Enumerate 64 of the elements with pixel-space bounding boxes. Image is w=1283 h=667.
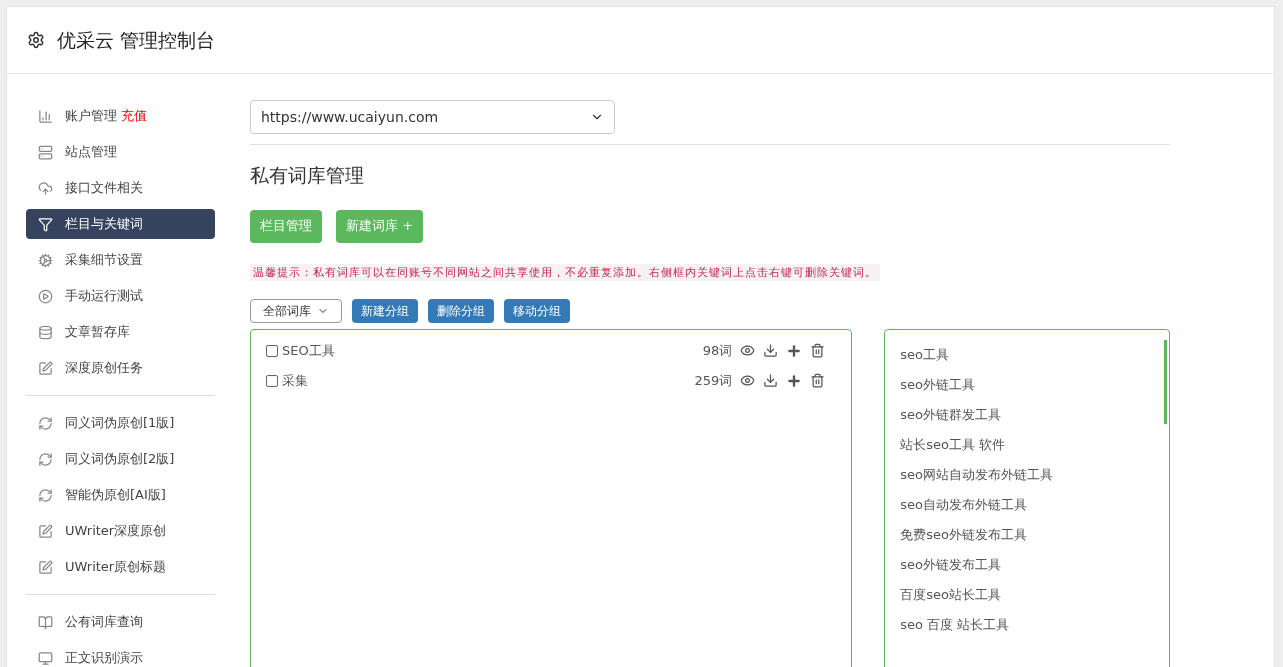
database-icon [38,324,53,340]
sidebar-item[interactable]: 公有词库查询 [26,607,215,637]
trash-icon[interactable] [810,342,826,358]
keyword-item[interactable]: 站长seo工具 软件 [900,434,1006,455]
group-button[interactable]: 新建分组 [352,298,418,323]
section-title: 私有词库管理 [250,163,365,188]
sidebar-item[interactable]: 接口文件相关 [26,173,215,203]
edit-icon [38,559,53,575]
refresh-icon [38,451,53,467]
edit-icon [38,523,53,539]
sidebar-item[interactable]: 站点管理 [26,137,215,167]
group-button[interactable]: 移动分组 [504,298,570,323]
library-select[interactable]: 全部词库 [250,298,342,323]
word-count: 259词 [694,371,733,390]
sidebar-item[interactable]: 栏目与关键词 [26,209,215,239]
refresh-icon [38,415,53,431]
keyword-item[interactable]: seo网站自动发布外链工具 [900,464,1054,485]
keyword-item[interactable]: seo自动发布外链工具 [900,494,1028,515]
sidebar-item[interactable]: 深度原创任务 [26,353,215,383]
monitor-icon [38,650,53,666]
filter-icon [38,216,53,232]
keyword-item[interactable]: 免费seo外链发布工具 [900,524,1028,545]
sidebar-item[interactable]: 手动运行测试 [26,281,215,311]
gear-icon [38,252,53,268]
keyword-item[interactable]: seo工具 [900,344,950,365]
sidebar-item[interactable]: 智能伪原创[AI版] [26,480,215,510]
sidebar-item[interactable]: 同义词伪原创[1版] [26,408,215,438]
cloud-upload-icon [38,180,53,196]
site-select[interactable]: https://www.ucaiyun.com [250,100,615,134]
keyword-item[interactable]: seo外链发布工具 [900,554,1002,575]
refresh-icon [38,487,53,503]
play-icon [38,288,53,304]
sidebar-item[interactable]: UWriter深度原创 [26,516,215,546]
recharge-link[interactable]: 充值 [121,106,147,126]
server-icon [38,144,53,160]
group-button[interactable]: 删除分组 [428,298,494,323]
plus-icon[interactable] [786,372,803,389]
trash-icon[interactable] [810,372,826,388]
app-title: 优采云 管理控制台 [57,27,216,53]
checkbox[interactable] [266,344,278,357]
book-icon [38,614,53,630]
download-icon[interactable] [763,342,779,358]
plus-icon[interactable] [786,342,803,359]
word-count: 98词 [702,341,733,360]
view-icon[interactable] [740,372,756,388]
bar-chart-icon [38,108,53,124]
keyword-item[interactable]: 百度seo站长工具 [900,584,1002,605]
sidebar-item[interactable]: 文章暂存库 [26,317,215,347]
keyword-item[interactable]: seo 百度 站长工具 [900,614,1010,635]
tip-text: 温馨提示：私有词库可以在同账号不同网站之间共享使用，不必重复添加。右侧框内关键词上点击右键可删除关键词。 [250,263,880,281]
view-icon[interactable] [740,342,756,358]
edit-icon [38,360,53,376]
sidebar-item[interactable]: UWriter原创标题 [26,552,215,582]
settings-icon [27,31,45,49]
download-icon[interactable] [763,372,779,388]
sidebar-item[interactable]: 同义词伪原创[2版] [26,444,215,474]
library-name[interactable]: SEO工具 [282,340,335,361]
sidebar-item[interactable]: 账户管理 充值 [26,101,215,131]
library-name[interactable]: 采集 [282,370,308,391]
sidebar-item[interactable]: 正文识别演示 [26,643,215,667]
checkbox[interactable] [266,374,278,387]
sidebar-item[interactable]: 采集细节设置 [26,245,215,275]
keyword-item[interactable]: seo外链群发工具 [900,404,1002,425]
keyword-item[interactable]: seo外链工具 [900,374,976,395]
